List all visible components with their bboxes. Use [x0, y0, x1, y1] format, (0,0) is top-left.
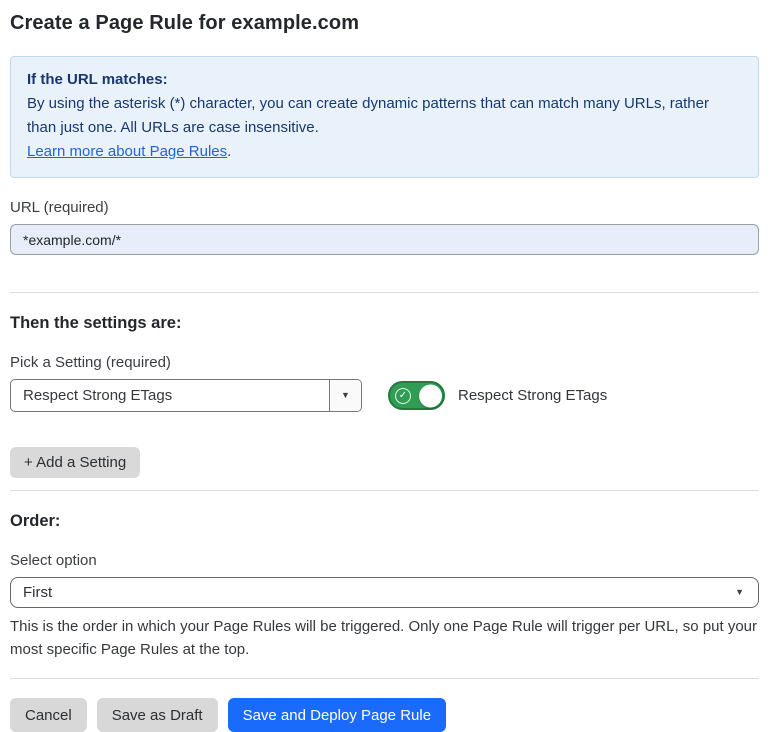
toggle-knob — [419, 384, 442, 407]
setting-row: Respect Strong ETags ▼ ✓ Respect Strong … — [10, 379, 759, 412]
divider — [10, 490, 759, 491]
setting-toggle[interactable]: ✓ — [388, 381, 445, 410]
create-page-rule-form: Create a Page Rule for example.com If th… — [0, 0, 769, 732]
order-select-value: First — [23, 584, 735, 601]
setting-toggle-label: Respect Strong ETags — [458, 387, 607, 404]
order-select-label: Select option — [10, 552, 759, 569]
save-as-draft-button[interactable]: Save as Draft — [97, 698, 218, 732]
url-match-info-box: If the URL matches: By using the asteris… — [10, 56, 759, 178]
order-section-heading: Order: — [10, 512, 759, 531]
setting-select-value: Respect Strong ETags — [11, 380, 329, 411]
divider — [10, 678, 759, 679]
cancel-button[interactable]: Cancel — [10, 698, 87, 732]
order-help-text: This is the order in which your Page Rul… — [10, 615, 759, 661]
info-box-body: By using the asterisk (*) character, you… — [27, 92, 742, 140]
divider — [10, 292, 759, 293]
page-title: Create a Page Rule for example.com — [10, 12, 759, 35]
check-icon: ✓ — [395, 388, 411, 404]
settings-section-heading: Then the settings are: — [10, 314, 759, 333]
save-and-deploy-button[interactable]: Save and Deploy Page Rule — [228, 698, 446, 732]
chevron-down-icon: ▼ — [341, 391, 350, 400]
url-input[interactable] — [10, 224, 759, 255]
footer-actions: Cancel Save as Draft Save and Deploy Pag… — [10, 698, 759, 732]
info-box-link-line: Learn more about Page Rules. — [27, 140, 742, 164]
order-select[interactable]: First ▼ — [10, 577, 759, 608]
pick-setting-label: Pick a Setting (required) — [10, 354, 759, 371]
link-suffix: . — [227, 143, 231, 160]
chevron-down-icon: ▼ — [735, 588, 744, 597]
learn-more-link[interactable]: Learn more about Page Rules — [27, 143, 227, 160]
url-field-label: URL (required) — [10, 199, 759, 216]
add-setting-button[interactable]: + Add a Setting — [10, 447, 140, 478]
setting-select-arrow-button[interactable]: ▼ — [329, 380, 361, 411]
info-box-heading: If the URL matches: — [27, 68, 742, 92]
setting-select[interactable]: Respect Strong ETags ▼ — [10, 379, 362, 412]
